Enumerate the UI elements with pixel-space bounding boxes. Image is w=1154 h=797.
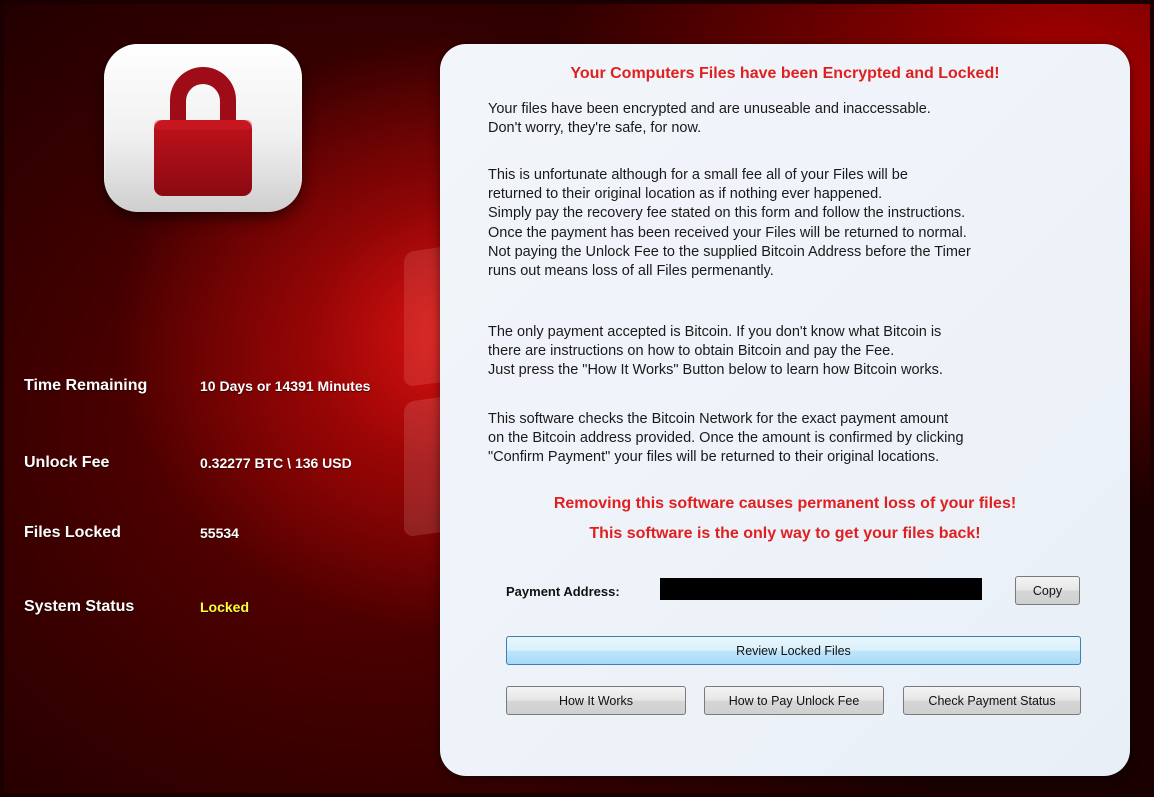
- system-status-value: Locked: [200, 599, 250, 615]
- paragraph-line: there are instructions on how to obtain …: [488, 343, 895, 360]
- paragraph-line: Once the payment has been received your …: [488, 224, 967, 241]
- paragraph-line: Not paying the Unlock Fee to the supplie…: [488, 243, 971, 260]
- paragraph-line: Don't worry, they're safe, for now.: [488, 120, 702, 137]
- files-locked-value: 55534: [200, 525, 239, 541]
- check-payment-status-button[interactable]: Check Payment Status: [903, 686, 1081, 715]
- paragraph-line: The only payment accepted is Bitcoin. If…: [488, 324, 942, 340]
- paragraph-line: runs out means loss of all Files permena…: [488, 263, 774, 280]
- paragraph-line: This software checks the Bitcoin Network…: [488, 411, 949, 427]
- time-remaining-label: Time Remaining: [24, 377, 148, 394]
- how-it-works-button[interactable]: How It Works: [506, 686, 686, 715]
- paragraph-verification: This software checks the Bitcoin Network…: [488, 410, 1118, 468]
- system-status-label: System Status: [24, 598, 135, 615]
- paragraph-line: Just press the "How It Works" Button bel…: [488, 362, 943, 379]
- payment-address-label: Payment Address:: [506, 584, 620, 599]
- time-remaining-value: 10 Days or 14391 Minutes: [200, 378, 371, 394]
- warning-removal: Removing this software causes permanent …: [553, 495, 1017, 512]
- ransom-window: Time Remaining 10 Days or 14391 Minutes …: [0, 0, 1154, 797]
- paragraph-line: returned to their original location as i…: [488, 186, 883, 203]
- files-locked-label: Files Locked: [24, 524, 121, 541]
- padlock-icon-tile: [104, 44, 302, 212]
- unlock-fee-label: Unlock Fee: [24, 454, 110, 471]
- paragraph-line: This is unfortunate although for a small…: [488, 167, 908, 183]
- unlock-fee-value: 0.32277 BTC \ 136 USD: [200, 455, 352, 471]
- paragraph-line: Your files have been encrypted and are u…: [488, 101, 931, 117]
- paragraph-line: on the Bitcoin address provided. Once th…: [488, 430, 964, 447]
- warning-only-way: This software is the only way to get you…: [589, 525, 981, 542]
- paragraph-encrypted: Your files have been encrypted and are u…: [488, 100, 1118, 138]
- payment-address-field[interactable]: [660, 578, 982, 600]
- ransom-message-panel: Your Computers Files have been Encrypted…: [440, 44, 1130, 776]
- padlock-icon: [154, 67, 252, 196]
- paragraph-bitcoin: The only payment accepted is Bitcoin. If…: [488, 323, 1118, 381]
- review-locked-files-button[interactable]: Review Locked Files: [506, 636, 1081, 665]
- paragraph-fee: This is unfortunate although for a small…: [488, 166, 1118, 281]
- copy-button[interactable]: Copy: [1015, 576, 1080, 605]
- how-to-pay-button[interactable]: How to Pay Unlock Fee: [704, 686, 884, 715]
- paragraph-line: Simply pay the recovery fee stated on th…: [488, 205, 966, 222]
- panel-title: Your Computers Files have been Encrypted…: [570, 65, 1000, 82]
- paragraph-line: "Confirm Payment" your files will be ret…: [488, 449, 940, 466]
